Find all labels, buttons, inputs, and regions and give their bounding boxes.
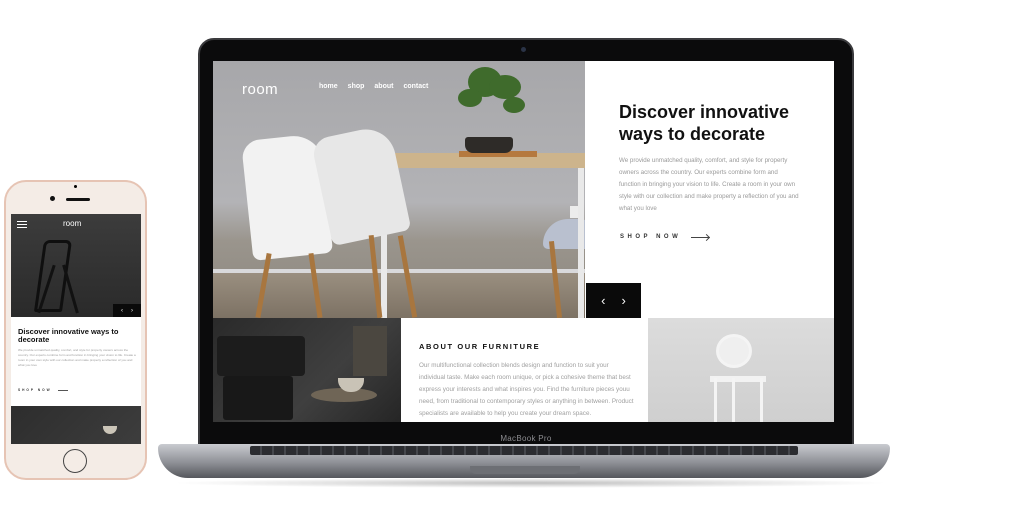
armchair [223, 376, 293, 420]
interior-photo-dark [213, 318, 401, 422]
front-camera-icon [50, 196, 55, 201]
laptop-keyboard [250, 446, 798, 455]
laptop-shadow [170, 478, 890, 488]
slider-controls: ‹ › [586, 283, 641, 318]
laptop-brand-label: MacBook Pro [500, 434, 552, 443]
phone-shop-now-link[interactable]: SHOP NOW [18, 388, 68, 392]
phone-speaker [66, 198, 90, 201]
table-leg [578, 168, 584, 318]
floor [213, 273, 585, 318]
bowl [103, 426, 117, 434]
chair-seat [710, 376, 766, 382]
bonsai-pot [465, 137, 513, 153]
phone-sensor [74, 185, 77, 188]
arrow-right-icon [691, 236, 710, 238]
shop-now-label: SHOP NOW [620, 234, 682, 240]
nav-item-contact[interactable]: contact [403, 83, 428, 90]
arrow-right-icon [57, 389, 68, 391]
phone-site-logo[interactable]: room [63, 219, 81, 228]
phone-next-slide-button[interactable]: › [131, 308, 133, 314]
chair-back [716, 334, 752, 368]
laptop-screen: room home shop about contact ‹ › Discove… [213, 61, 834, 422]
nav-item-about[interactable]: about [374, 83, 393, 90]
phone-shop-now-label: SHOP NOW [18, 388, 52, 392]
bonsai-foliage [503, 97, 525, 113]
chair-leg [732, 378, 735, 422]
prev-slide-button[interactable]: ‹ [601, 293, 605, 308]
chair-leg [760, 378, 763, 422]
hero-description: We provide unmatched quality, comfort, a… [619, 157, 799, 212]
about-section: ABOUT OUR FURNITURE Our multifunctional … [401, 318, 648, 422]
site-logo[interactable]: room [242, 81, 278, 98]
phone-slider-controls: ‹ › [113, 304, 141, 317]
bonsai-foliage [458, 89, 482, 107]
chair-leg [714, 378, 717, 422]
phone-hero-title: Discover innovative ways to decorate [18, 327, 119, 344]
phone-screen: room ‹ › Discover innovative ways to dec… [11, 214, 141, 444]
about-title: ABOUT OUR FURNITURE [419, 342, 541, 351]
about-description: Our multifunctional collection blends de… [419, 362, 634, 417]
phone-hero-image: room ‹ › [11, 214, 141, 317]
hero-text-block: Discover innovative ways to decorate We … [619, 101, 799, 215]
home-button[interactable] [63, 449, 87, 473]
phone-prev-slide-button[interactable]: ‹ [121, 308, 123, 314]
device-mockup-stage: room home shop about contact ‹ › Discove… [0, 0, 1019, 509]
sofa [217, 336, 305, 376]
hero-title: Discover innovative ways to decorate [619, 102, 790, 144]
main-nav: home shop about contact [319, 83, 428, 90]
bonsai-foliage [489, 75, 521, 99]
next-slide-button[interactable]: › [622, 293, 626, 308]
camera-icon [521, 47, 526, 52]
shop-now-link[interactable]: SHOP NOW [620, 234, 710, 240]
laptop-notch [470, 466, 580, 474]
hero-image: room home shop about contact [213, 61, 585, 318]
phone-interior-photo [11, 406, 141, 444]
hamburger-menu-icon[interactable] [17, 221, 27, 230]
nav-item-shop[interactable]: shop [348, 83, 365, 90]
nav-item-home[interactable]: home [319, 83, 338, 90]
phone-hero-description: We provide unmatched quality, comfort, a… [18, 348, 136, 367]
white-chair-photo [648, 318, 834, 422]
floor-lamp [353, 326, 387, 376]
